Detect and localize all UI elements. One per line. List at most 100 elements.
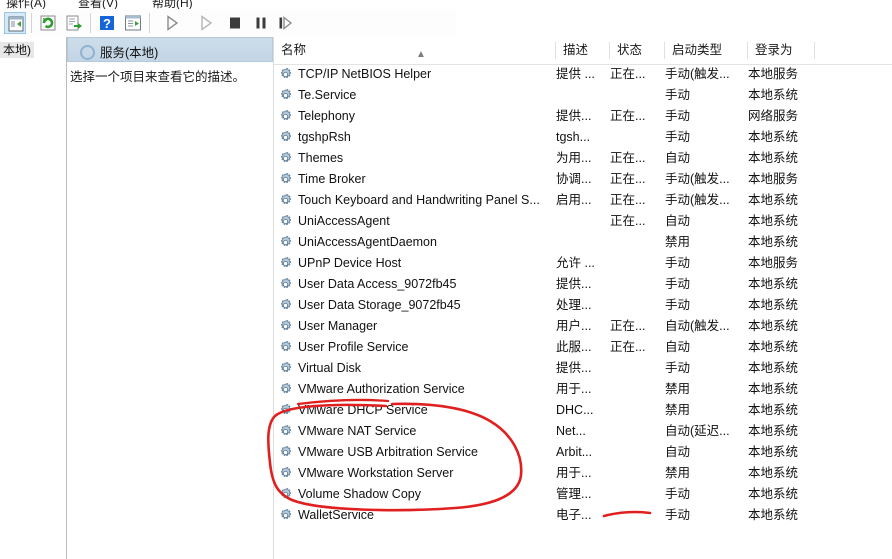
table-row[interactable]: Time Broker 协调... 正在... 手动(触发... 本地服务 bbox=[274, 169, 892, 190]
service-gear-icon bbox=[281, 256, 291, 267]
cell-description: 协调... bbox=[556, 172, 592, 186]
service-gear-icon bbox=[281, 445, 291, 456]
table-row[interactable]: User Profile Service 此服... 正在... 自动 本地系统 bbox=[274, 337, 892, 358]
service-gear-icon bbox=[281, 319, 291, 330]
cell-name: UniAccessAgentDaemon bbox=[298, 235, 437, 249]
cell-startup: 自动 bbox=[665, 340, 691, 354]
cell-status: 正在... bbox=[610, 319, 646, 333]
table-row[interactable]: User Manager 用户... 正在... 自动(触发... 本地系统 bbox=[274, 316, 892, 337]
refresh-icon bbox=[40, 15, 56, 31]
cell-status: 正在... bbox=[610, 214, 646, 228]
table-row[interactable]: Volume Shadow Copy 管理... 手动 本地系统 bbox=[274, 484, 892, 505]
cell-name: Volume Shadow Copy bbox=[298, 487, 421, 501]
cell-status bbox=[610, 127, 665, 148]
table-row[interactable]: Themes 为用... 正在... 自动 本地系统 bbox=[274, 148, 892, 169]
service-gear-icon bbox=[281, 214, 291, 225]
cell-status bbox=[610, 358, 665, 379]
table-row[interactable]: User Data Storage_9072fb45 处理... 手动 本地系统 bbox=[274, 295, 892, 316]
column-header-row: 名称 ▲ 描述 状态 启动类型 登录为 bbox=[274, 37, 892, 65]
table-row[interactable]: VMware DHCP Service DHC... 禁用 本地系统 bbox=[274, 400, 892, 421]
cell-name: Time Broker bbox=[298, 172, 366, 186]
column-header-description-label: 描述 bbox=[563, 43, 589, 57]
toolbar-button-properties[interactable] bbox=[122, 12, 144, 34]
service-gear-icon bbox=[281, 403, 291, 414]
table-row[interactable]: Virtual Disk 提供... 手动 本地系统 bbox=[274, 358, 892, 379]
detail-pane-header: 服务(本地) bbox=[67, 37, 273, 62]
cell-logon: 本地服务 bbox=[748, 172, 799, 186]
menu-item-view[interactable]: 查看(V) bbox=[78, 0, 118, 9]
service-gear-icon bbox=[281, 151, 291, 162]
cell-logon: 本地系统 bbox=[748, 508, 799, 522]
cell-description: tgsh... bbox=[556, 130, 591, 144]
table-row[interactable]: UPnP Device Host 允许 ... 手动 本地服务 bbox=[274, 253, 892, 274]
services-icon bbox=[80, 45, 95, 60]
service-gear-icon bbox=[281, 172, 291, 183]
column-header-startup-type-label: 启动类型 bbox=[672, 43, 723, 57]
column-header-description[interactable]: 描述 bbox=[556, 37, 610, 64]
column-header-logon-as[interactable]: 登录为 bbox=[748, 37, 815, 64]
cell-name: tgshpRsh bbox=[298, 130, 351, 144]
toolbar-button-stop-service[interactable] bbox=[224, 12, 246, 34]
cell-name: VMware USB Arbitration Service bbox=[298, 445, 478, 459]
table-row[interactable]: VMware Workstation Server 用于... 禁用 本地系统 bbox=[274, 463, 892, 484]
column-divider-5[interactable] bbox=[814, 42, 815, 59]
export-icon bbox=[66, 15, 82, 31]
toolbar-button-export-list[interactable] bbox=[63, 12, 85, 34]
table-row[interactable]: VMware NAT Service Net... 自动(延迟... 本地系统 bbox=[274, 421, 892, 442]
services-window: 操作(A) 查看(V) 帮助(H) ? 本地) 服务(本地) 选择一个项目来查看… bbox=[0, 0, 892, 559]
table-row[interactable]: UniAccessAgent 正在... 自动 本地系统 bbox=[274, 211, 892, 232]
toolbar-button-refresh[interactable] bbox=[37, 12, 59, 34]
cell-name: Telephony bbox=[298, 109, 355, 123]
service-gear-icon bbox=[281, 88, 291, 99]
cell-status: 正在... bbox=[610, 151, 646, 165]
cell-status bbox=[610, 274, 665, 295]
cell-name: User Profile Service bbox=[298, 340, 409, 354]
table-row[interactable]: Te.Service 手动 本地系统 bbox=[274, 85, 892, 106]
toolbar-button-resume-service[interactable] bbox=[195, 12, 217, 34]
column-header-name[interactable]: 名称 ▲ bbox=[274, 37, 556, 64]
cell-startup: 手动 bbox=[665, 361, 691, 375]
table-row[interactable]: VMware Authorization Service 用于... 禁用 本地系统 bbox=[274, 379, 892, 400]
service-gear-icon bbox=[281, 193, 291, 204]
console-tree-pane: 本地) bbox=[0, 37, 67, 559]
cell-logon: 本地服务 bbox=[748, 256, 799, 270]
toolbar-button-pause-service[interactable] bbox=[250, 12, 272, 34]
cell-name: Touch Keyboard and Handwriting Panel S..… bbox=[298, 193, 540, 207]
cell-name: User Manager bbox=[298, 319, 378, 333]
table-row[interactable]: UniAccessAgentDaemon 禁用 本地系统 bbox=[274, 232, 892, 253]
detail-pane-hint: 选择一个项目来查看它的描述。 bbox=[70, 70, 246, 84]
table-row[interactable]: TCP/IP NetBIOS Helper 提供 ... 正在... 手动(触发...… bbox=[274, 64, 892, 85]
toolbar-button-start-service[interactable] bbox=[161, 12, 183, 34]
column-header-startup-type[interactable]: 启动类型 bbox=[665, 37, 748, 64]
table-row[interactable]: WalletService 电子... 手动 本地系统 bbox=[274, 505, 892, 526]
cell-status bbox=[610, 400, 665, 421]
cell-status: 正在... bbox=[610, 109, 646, 123]
play-gray-icon bbox=[201, 15, 213, 31]
table-row[interactable]: User Data Access_9072fb45 提供... 手动 本地系统 bbox=[274, 274, 892, 295]
cell-name: User Data Storage_9072fb45 bbox=[298, 298, 461, 312]
cell-startup: 手动 bbox=[665, 508, 691, 522]
service-gear-icon bbox=[281, 424, 291, 435]
menu-item-action[interactable]: 操作(A) bbox=[6, 0, 46, 9]
table-row[interactable]: tgshpRsh tgsh... 手动 本地系统 bbox=[274, 127, 892, 148]
cell-description: Net... bbox=[556, 424, 586, 438]
toolbar-button-restart-service[interactable] bbox=[274, 12, 296, 34]
table-row[interactable]: VMware USB Arbitration Service Arbit... 自动… bbox=[274, 442, 892, 463]
tree-item-services-local[interactable]: 本地) bbox=[0, 42, 34, 58]
svg-text:?: ? bbox=[103, 16, 111, 31]
menu-item-help[interactable]: 帮助(H) bbox=[152, 0, 193, 9]
toolbar-button-show-hide-console-tree[interactable] bbox=[4, 12, 26, 34]
table-row[interactable]: Touch Keyboard and Handwriting Panel S..… bbox=[274, 190, 892, 211]
service-gear-icon bbox=[281, 508, 291, 519]
cell-logon: 本地系统 bbox=[748, 382, 799, 396]
cell-description: 为用... bbox=[556, 151, 592, 165]
cell-description: 用于... bbox=[556, 466, 592, 480]
table-row[interactable]: Telephony 提供... 正在... 手动 网络服务 bbox=[274, 106, 892, 127]
cell-name: VMware Authorization Service bbox=[298, 382, 465, 396]
column-header-status[interactable]: 状态 bbox=[610, 37, 665, 64]
cell-name: UniAccessAgent bbox=[298, 214, 390, 228]
cell-startup: 手动 bbox=[665, 277, 691, 291]
cell-startup: 自动 bbox=[665, 151, 691, 165]
service-gear-icon bbox=[281, 382, 291, 393]
toolbar-button-help[interactable]: ? bbox=[96, 12, 118, 34]
